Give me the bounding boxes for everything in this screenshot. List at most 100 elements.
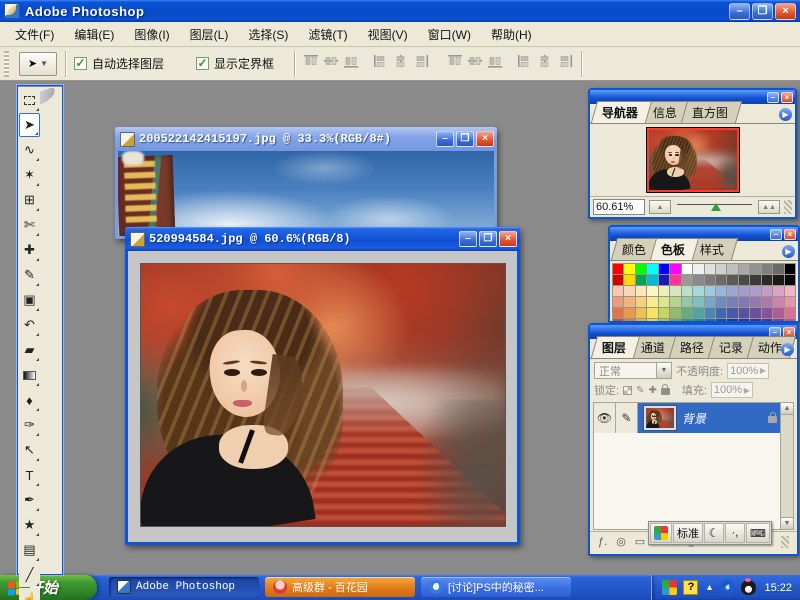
lasso-tool[interactable]: ∿ <box>19 138 40 162</box>
gradient-tool[interactable] <box>19 363 40 387</box>
swatch[interactable] <box>762 286 772 296</box>
swatch[interactable] <box>670 264 680 274</box>
swatch[interactable] <box>647 275 657 285</box>
chevron-down-icon[interactable]: ▼ <box>656 363 671 378</box>
swatch[interactable] <box>785 264 795 274</box>
menu-item-7[interactable]: 窗口(W) <box>419 23 480 46</box>
distribute-bottom-edges-icon[interactable] <box>487 54 503 73</box>
swatch[interactable] <box>682 308 692 318</box>
navigator-panel-menu-button[interactable]: ▶ <box>779 108 792 121</box>
swatch[interactable] <box>705 297 715 307</box>
swatch[interactable] <box>773 308 783 318</box>
swatch[interactable] <box>647 308 657 318</box>
menu-item-5[interactable]: 滤镜(T) <box>299 23 356 46</box>
document-window-2[interactable]: 520994584.jpg @ 60.6%(RGB/8) – ❐ × <box>125 227 520 545</box>
swatch[interactable] <box>659 297 669 307</box>
swatch[interactable] <box>624 264 634 274</box>
blur-tool[interactable]: ♦ <box>19 388 40 412</box>
swatch[interactable] <box>705 286 715 296</box>
crop-tool[interactable]: ⊞ <box>19 188 40 212</box>
zoom-out-button[interactable]: ▲ <box>649 200 671 214</box>
swatch[interactable] <box>659 286 669 296</box>
swatch[interactable] <box>750 297 760 307</box>
tray-help-icon[interactable]: ? <box>683 580 698 595</box>
swatch[interactable] <box>716 286 726 296</box>
swatch[interactable] <box>739 297 749 307</box>
swatch[interactable] <box>727 308 737 318</box>
sponge-tool[interactable]: ✑ <box>19 413 40 437</box>
document-2-canvas[interactable] <box>128 251 517 542</box>
ime-logo-button[interactable] <box>650 523 672 543</box>
type-tool[interactable]: T <box>19 463 40 487</box>
lock-all-icon[interactable] <box>661 388 670 395</box>
swatch[interactable] <box>693 275 703 285</box>
portrait-image[interactable] <box>140 263 506 527</box>
path-selection-tool[interactable]: ↖ <box>19 438 40 462</box>
swatch[interactable] <box>773 264 783 274</box>
doc1-minimize-button[interactable]: – <box>436 131 454 147</box>
swatch[interactable] <box>785 275 795 285</box>
brush-tool[interactable]: ✎ <box>19 263 40 287</box>
swatch[interactable] <box>670 308 680 318</box>
swatch[interactable] <box>693 264 703 274</box>
menu-item-8[interactable]: 帮助(H) <box>482 23 541 46</box>
swatch[interactable] <box>727 275 737 285</box>
doc1-maximize-button[interactable]: ❐ <box>456 131 474 147</box>
layer-row-background[interactable]: 👁 ✎ 背景 <box>594 403 793 433</box>
swatch[interactable] <box>705 308 715 318</box>
swatch[interactable] <box>636 275 646 285</box>
fill-value[interactable]: 100%▶ <box>711 382 753 398</box>
punctuation-toggle-button[interactable]: ·, <box>725 523 745 543</box>
navigator-minimize-button[interactable]: – <box>767 92 779 103</box>
swatch[interactable] <box>682 297 692 307</box>
swatch[interactable] <box>613 264 623 274</box>
swatch[interactable] <box>693 297 703 307</box>
swatch[interactable] <box>613 297 623 307</box>
lock-transparency-icon[interactable] <box>623 386 632 395</box>
navigator-zoom-slider[interactable] <box>675 200 754 214</box>
tray-player-icon[interactable]: ‹ <box>720 580 735 595</box>
swatch[interactable] <box>613 308 623 318</box>
layers-resize-grip[interactable] <box>781 536 789 548</box>
swatch[interactable] <box>750 275 760 285</box>
navigator-resize-grip[interactable] <box>784 200 792 214</box>
swatch[interactable] <box>682 286 692 296</box>
swatch[interactable] <box>624 275 634 285</box>
eyedropper-tool[interactable]: ╱ <box>19 563 40 587</box>
swatch[interactable] <box>773 275 783 285</box>
layers-tab-0[interactable]: 图层 <box>591 336 640 358</box>
swatch[interactable] <box>705 264 715 274</box>
layers-scrollbar[interactable]: ▲ ▼ <box>780 403 793 529</box>
tray-qq-penguin-icon[interactable] <box>741 580 756 595</box>
history-brush-tool[interactable]: ↶ <box>19 313 40 337</box>
eraser-tool[interactable]: ▰ <box>19 338 40 362</box>
scroll-up-arrow[interactable]: ▲ <box>781 403 793 415</box>
swatch[interactable] <box>716 275 726 285</box>
swatch[interactable] <box>716 297 726 307</box>
swatch[interactable] <box>682 275 692 285</box>
swatch[interactable] <box>659 264 669 274</box>
swatch[interactable] <box>693 308 703 318</box>
document-window-1[interactable]: 200522142415197.jpg @ 33.3%(RGB/8#) – ❐ … <box>115 127 497 239</box>
swatch[interactable] <box>659 275 669 285</box>
doc2-maximize-button[interactable]: ❐ <box>479 231 497 247</box>
swatch[interactable] <box>785 297 795 307</box>
swatches-minimize-button[interactable]: – <box>770 229 782 240</box>
swatch[interactable] <box>785 308 795 318</box>
swatch[interactable] <box>636 297 646 307</box>
swatch[interactable] <box>624 286 634 296</box>
swatch[interactable] <box>739 264 749 274</box>
zoom-in-button[interactable]: ▲▲ <box>758 200 780 214</box>
layer-name[interactable]: 背景 <box>682 410 768 427</box>
swatch[interactable] <box>762 275 772 285</box>
swatch[interactable] <box>785 286 795 296</box>
align-bottom-edges-icon[interactable] <box>343 54 359 73</box>
swatch[interactable] <box>739 275 749 285</box>
layer-style-icon[interactable]: ƒ. <box>598 536 607 548</box>
layer-mask-icon[interactable]: ◎ <box>616 535 626 548</box>
options-bar-grip[interactable] <box>4 51 9 77</box>
clone-stamp-tool[interactable]: ▣ <box>19 288 40 312</box>
rectangular-marquee-tool[interactable] <box>19 88 40 112</box>
navigator-tab-0[interactable]: 导航器 <box>591 101 652 123</box>
distribute-left-edges-icon[interactable] <box>517 54 533 73</box>
